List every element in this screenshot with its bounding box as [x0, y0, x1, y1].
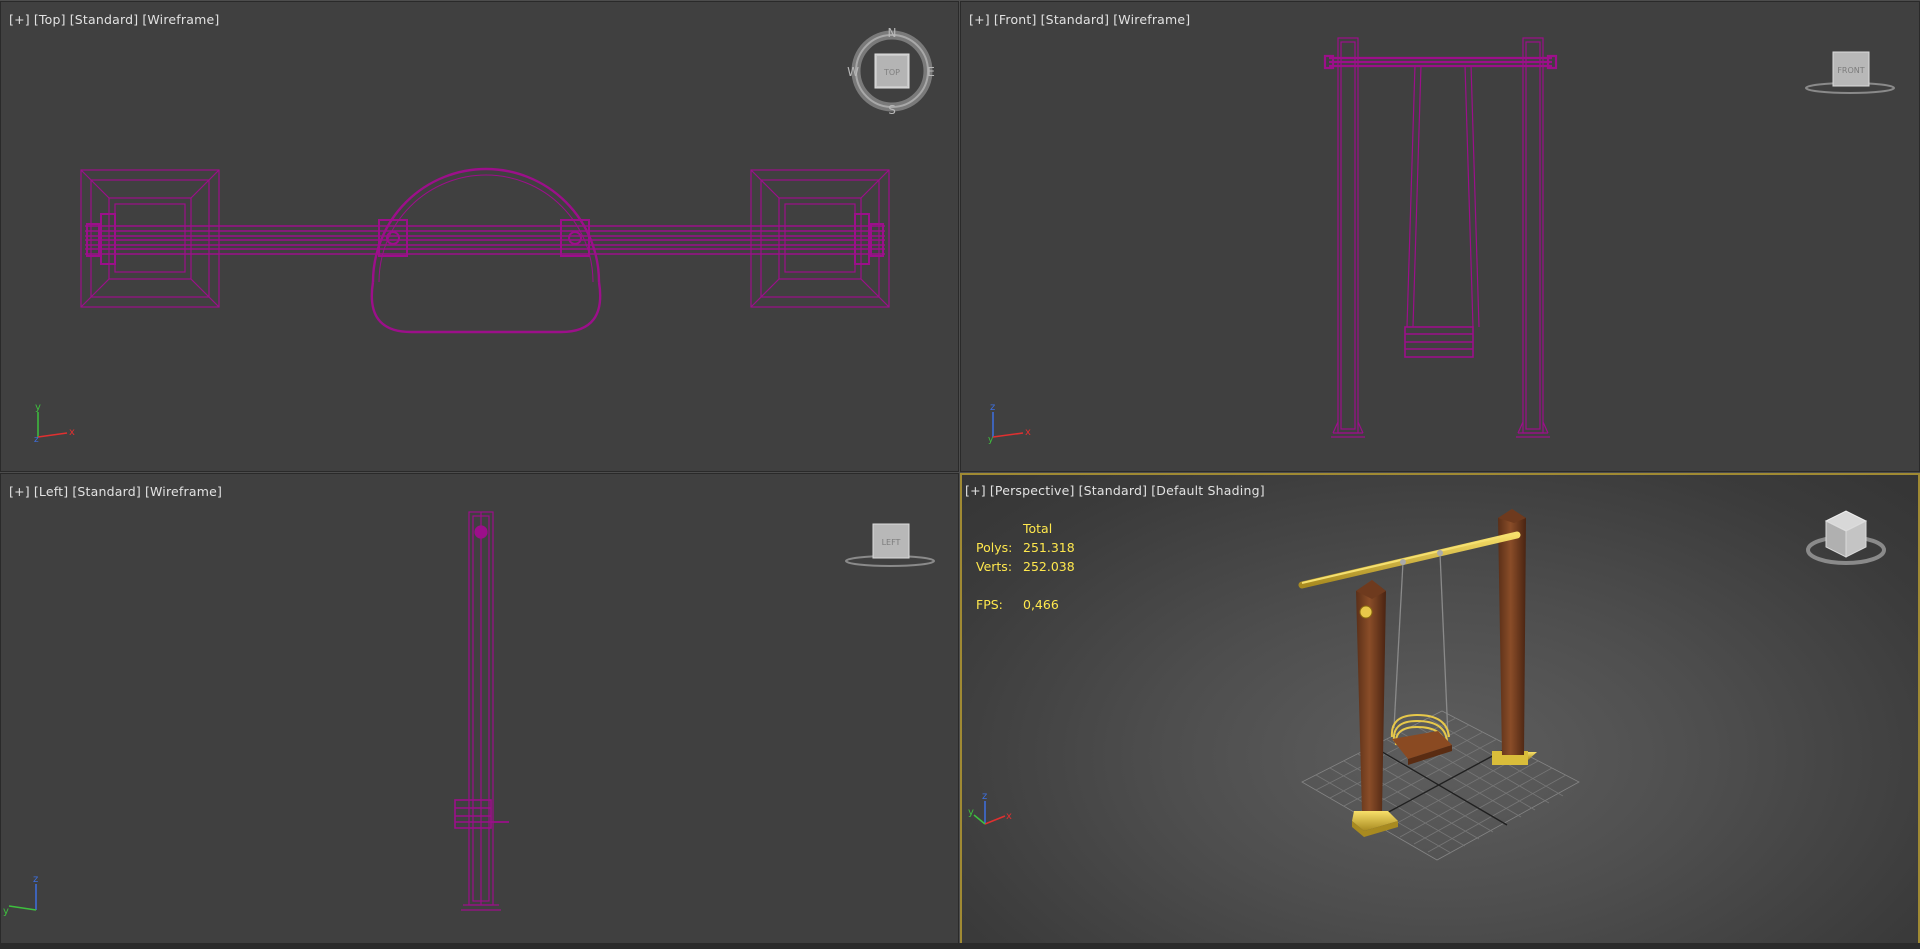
svg-text:z: z: [990, 402, 995, 413]
svg-text:y: y: [988, 435, 994, 445]
right-post-wireframe: [1516, 37, 1550, 438]
beam-end-caps: [86, 213, 884, 265]
front-beam-wireframe: [1323, 54, 1558, 70]
svg-text:y: y: [968, 807, 974, 818]
svg-text:FRONT: FRONT: [1837, 66, 1864, 75]
front-wireframe-scene[interactable]: z x y FRONT: [961, 2, 1919, 471]
viewport-front[interactable]: [+] [Front] [Standard] [Wireframe] z x y…: [960, 1, 1920, 472]
right-wooden-post: [1492, 509, 1537, 765]
top-wireframe-scene[interactable]: y x z TOP N S E W: [1, 2, 958, 471]
left-wireframe-scene[interactable]: z y LEFT: [1, 474, 958, 944]
top-crossbar: [1298, 531, 1521, 589]
svg-text:TOP: TOP: [883, 68, 900, 77]
side-seat-wireframe: [454, 799, 509, 829]
viewcube-front[interactable]: FRONT: [1805, 51, 1895, 94]
axis-gizmo-top: y x z: [34, 402, 75, 445]
svg-text:y: y: [3, 906, 9, 917]
svg-text:x: x: [1025, 427, 1031, 438]
viewport-top[interactable]: [+] [Top] [Standard] [Wireframe] y x z T…: [0, 1, 959, 472]
svg-text:x: x: [1006, 811, 1012, 822]
left-post-wireframe: [1331, 37, 1365, 438]
swing-chains: [1393, 550, 1449, 738]
svg-text:z: z: [34, 435, 39, 445]
viewport-layout: [+] [Top] [Standard] [Wireframe] y x z T…: [0, 0, 1920, 949]
svg-text:y: y: [35, 402, 41, 413]
top-beam-wireframe: [85, 225, 885, 255]
swing-seat-front-wireframe: [1404, 326, 1474, 358]
status-strip: [0, 943, 1920, 949]
svg-text:z: z: [33, 874, 38, 885]
svg-text:z: z: [982, 791, 987, 802]
viewcube-top[interactable]: TOP N S E W: [847, 26, 935, 117]
viewcube-left[interactable]: LEFT: [845, 523, 935, 567]
swing-seat: [1390, 713, 1452, 765]
viewport-perspective[interactable]: [+] [Perspective] [Standard] [Default Shadi…: [960, 473, 1920, 945]
axis-gizmo-left: z y: [3, 874, 38, 917]
side-beam-cross-section: [474, 525, 488, 539]
axis-gizmo-front: z x y: [988, 402, 1031, 445]
svg-text:E: E: [927, 65, 935, 79]
svg-text:N: N: [888, 26, 897, 40]
svg-text:S: S: [888, 103, 896, 117]
side-post-wireframe: [461, 511, 501, 911]
viewcube-perspective[interactable]: [1806, 510, 1886, 565]
svg-text:LEFT: LEFT: [882, 538, 901, 547]
perspective-scene[interactable]: z x y: [962, 475, 1918, 943]
svg-text:x: x: [69, 427, 75, 438]
svg-text:W: W: [847, 65, 859, 79]
viewport-left[interactable]: [+] [Left] [Standard] [Wireframe] z y LE…: [0, 473, 959, 945]
axis-gizmo-perspective: z x y: [968, 791, 1012, 825]
swing-chains-wireframe: [1406, 64, 1480, 328]
